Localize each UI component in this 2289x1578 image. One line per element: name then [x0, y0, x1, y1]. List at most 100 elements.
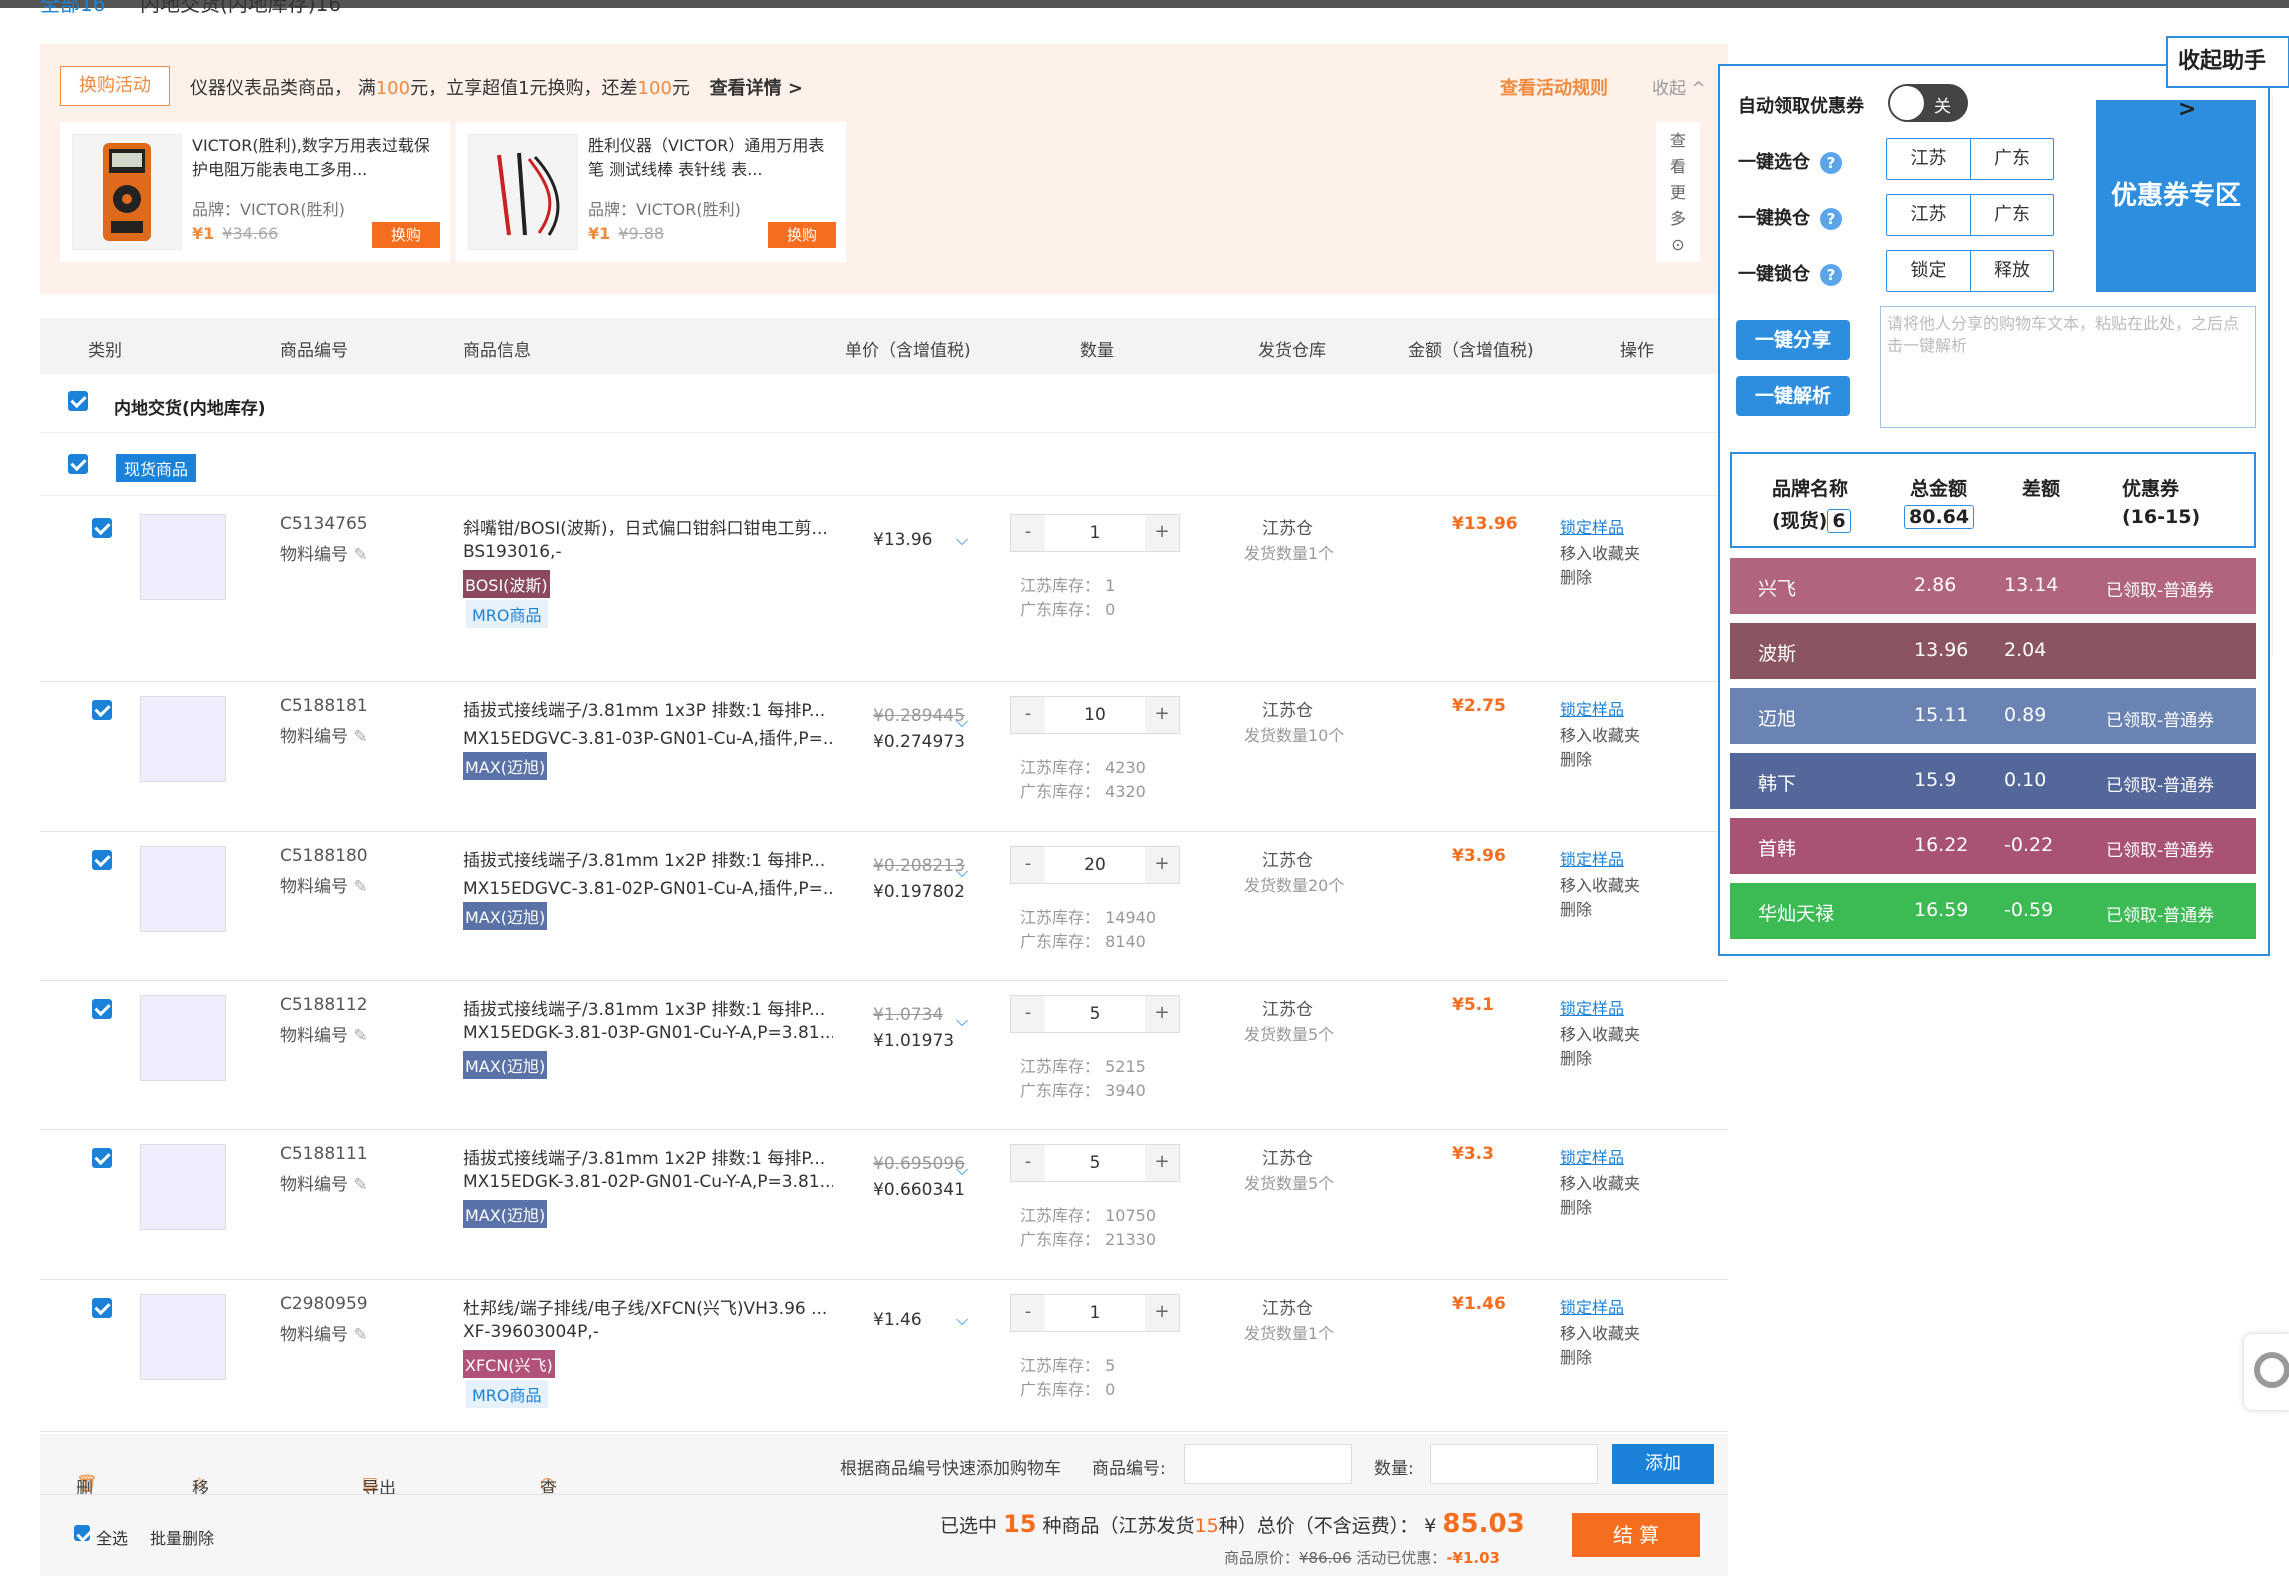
code-input[interactable] — [1184, 1444, 1352, 1484]
product-thumbnail[interactable] — [140, 995, 226, 1081]
qty-minus-button[interactable]: - — [1011, 515, 1045, 551]
switch-wh-jiangsu[interactable]: 江苏 — [1887, 195, 1970, 235]
qty-value[interactable]: 1 — [1045, 515, 1145, 551]
brand-tag[interactable]: BOSI(波斯) — [463, 570, 550, 598]
product-code[interactable]: C5188112 — [280, 995, 368, 1015]
item-checkbox[interactable] — [92, 850, 112, 870]
brand-coupon-row[interactable]: 华灿天禄 16.59 -0.59 已领取-普通券 — [1730, 883, 2256, 939]
qty-plus-button[interactable]: + — [1145, 697, 1179, 733]
brand-coupon-row[interactable]: 迈旭 15.11 0.89 已领取-普通券 — [1730, 688, 2256, 744]
chevron-down-icon[interactable]: ⌵ — [956, 1160, 968, 1180]
brand-tag[interactable]: MAX(迈旭) — [463, 1051, 548, 1079]
auto-coupon-toggle[interactable]: 关 — [1888, 84, 1968, 122]
product-thumbnail[interactable] — [140, 514, 226, 600]
promo-rules-link[interactable]: 查看活动规则 — [1500, 74, 1608, 100]
coupon-zone-button[interactable]: 优惠券专区 — [2096, 100, 2256, 292]
product-title[interactable]: 插拔式接线端子/3.81mm 1x2P 排数:1 每排P... — [463, 846, 833, 871]
qty-minus-button[interactable]: - — [1011, 996, 1045, 1032]
add-button[interactable]: 添加 — [1612, 1444, 1714, 1484]
lock-sample-link[interactable]: 锁定样品 — [1560, 1144, 1624, 1168]
select-all-checkbox[interactable] — [74, 1525, 90, 1541]
chevron-down-icon[interactable]: ⌵ — [956, 530, 968, 550]
product-thumbnail[interactable] — [140, 696, 226, 782]
lock-button[interactable]: 锁定 — [1887, 251, 1970, 291]
qty-value[interactable]: 20 — [1045, 847, 1145, 883]
see-more-button[interactable]: 查 看 更 多 ⊙ — [1656, 122, 1700, 262]
chevron-down-icon[interactable]: ⌵ — [956, 862, 968, 882]
move-to-favorites-link[interactable]: 移入收藏夹 — [1560, 872, 1640, 896]
product-thumbnail[interactable] — [140, 1294, 226, 1380]
select-all-label[interactable]: 全选 — [96, 1525, 128, 1549]
move-to-favorites-link[interactable]: 移入收藏夹 — [1560, 1021, 1640, 1045]
product-code[interactable]: C5134765 — [280, 514, 368, 534]
select-wh-jiangsu[interactable]: 江苏 — [1887, 139, 1970, 179]
delete-link[interactable]: 删除 — [1560, 564, 1592, 588]
help-icon[interactable]: ? — [1820, 152, 1842, 174]
release-button[interactable]: 释放 — [1970, 251, 2053, 291]
checkout-button[interactable]: 结 算 — [1572, 1513, 1700, 1557]
chevron-down-icon[interactable]: ⌵ — [956, 712, 968, 732]
qty-plus-button[interactable]: + — [1145, 1145, 1179, 1181]
qty-minus-button[interactable]: - — [1011, 1145, 1045, 1181]
material-code-edit[interactable]: 物料编号 ✎ — [280, 722, 368, 747]
item-checkbox[interactable] — [92, 1298, 112, 1318]
product-title[interactable]: 插拔式接线端子/3.81mm 1x3P 排数:1 每排P... — [463, 696, 833, 721]
share-button[interactable]: 一键分享 — [1736, 320, 1850, 360]
share-text-area[interactable]: 请将他人分享的购物车文本，粘贴在此处，之后点击一键解析 — [1880, 306, 2256, 428]
exchange-button[interactable]: 换购 — [372, 222, 440, 248]
tab-domestic[interactable]: 内地交货(内地库存)16 — [140, 0, 341, 14]
qty-value[interactable]: 1 — [1045, 1295, 1145, 1331]
tab-all[interactable]: 全部16 — [40, 0, 105, 14]
brand-tag[interactable]: MAX(迈旭) — [463, 902, 548, 930]
qty-minus-button[interactable]: - — [1011, 1295, 1045, 1331]
item-checkbox[interactable] — [92, 700, 112, 720]
move-to-favorites-link[interactable]: 移入收藏夹 — [1560, 540, 1640, 564]
material-code-edit[interactable]: 物料编号 ✎ — [280, 1021, 368, 1046]
brand-coupon-row[interactable]: 首韩 16.22 -0.22 已领取-普通券 — [1730, 818, 2256, 874]
product-title[interactable]: 杜邦线/端子排线/电子线/XFCN(兴飞)VH3.96 ... — [463, 1294, 833, 1319]
exchange-button[interactable]: 换购 — [768, 222, 836, 248]
delete-link[interactable]: 删除 — [1560, 896, 1592, 920]
product-thumbnail[interactable] — [140, 846, 226, 932]
item-checkbox[interactable] — [92, 1148, 112, 1168]
qty-plus-button[interactable]: + — [1145, 1295, 1179, 1331]
move-to-favorites-link[interactable]: 移入收藏夹 — [1560, 722, 1640, 746]
chevron-down-icon[interactable]: ⌵ — [956, 1310, 968, 1330]
item-checkbox[interactable] — [92, 518, 112, 538]
product-title[interactable]: 插拔式接线端子/3.81mm 1x2P 排数:1 每排P... — [463, 1144, 833, 1169]
group-checkbox[interactable] — [68, 391, 88, 411]
lock-sample-link[interactable]: 锁定样品 — [1560, 514, 1624, 538]
promo-product-title[interactable]: 胜利仪器（VICTOR）通用万用表笔 测试线棒 表针线 表... — [588, 134, 828, 182]
material-code-edit[interactable]: 物料编号 ✎ — [280, 1170, 368, 1195]
item-checkbox[interactable] — [92, 999, 112, 1019]
batch-delete-button[interactable]: 批量删除 — [150, 1525, 214, 1549]
brand-tag[interactable]: MAX(迈旭) — [463, 1200, 548, 1228]
delete-link[interactable]: 删除 — [1560, 746, 1592, 770]
qty-input[interactable] — [1430, 1444, 1598, 1484]
qty-plus-button[interactable]: + — [1145, 515, 1179, 551]
move-to-favorites-link[interactable]: 移入收藏夹 — [1560, 1320, 1640, 1344]
material-code-edit[interactable]: 物料编号 ✎ — [280, 872, 368, 897]
qty-value[interactable]: 10 — [1045, 697, 1145, 733]
lock-sample-link[interactable]: 锁定样品 — [1560, 846, 1624, 870]
qty-value[interactable]: 5 — [1045, 996, 1145, 1032]
delete-link[interactable]: 删除 — [1560, 1344, 1592, 1368]
collapse-helper-button[interactable]: 收起助手 > — [2166, 36, 2289, 122]
qty-plus-button[interactable]: + — [1145, 847, 1179, 883]
promo-product-title[interactable]: VICTOR(胜利),数字万用表过载保护电阻万能表电工多用... — [192, 134, 432, 182]
lock-sample-link[interactable]: 锁定样品 — [1560, 696, 1624, 720]
lock-sample-link[interactable]: 锁定样品 — [1560, 1294, 1624, 1318]
help-icon[interactable]: ? — [1820, 208, 1842, 230]
delete-link[interactable]: 删除 — [1560, 1194, 1592, 1218]
brand-tag[interactable]: MAX(迈旭) — [463, 752, 548, 780]
product-title[interactable]: 插拔式接线端子/3.81mm 1x3P 排数:1 每排P... — [463, 995, 833, 1020]
brand-tag[interactable]: XFCN(兴飞) — [463, 1350, 555, 1378]
product-title[interactable]: 斜嘴钳/BOSI(波斯)，日式偏口钳斜口钳电工剪... — [463, 514, 833, 539]
qty-minus-button[interactable]: - — [1011, 697, 1045, 733]
promo-details-link[interactable]: 查看详情 > — [710, 78, 803, 99]
floating-widget[interactable] — [2244, 1334, 2289, 1410]
product-code[interactable]: C5188181 — [280, 696, 368, 716]
brand-coupon-row[interactable]: 兴飞 2.86 13.14 已领取-普通券 — [1730, 558, 2256, 614]
brand-coupon-row[interactable]: 波斯 13.96 2.04 — [1730, 623, 2256, 679]
delete-link[interactable]: 删除 — [1560, 1045, 1592, 1069]
